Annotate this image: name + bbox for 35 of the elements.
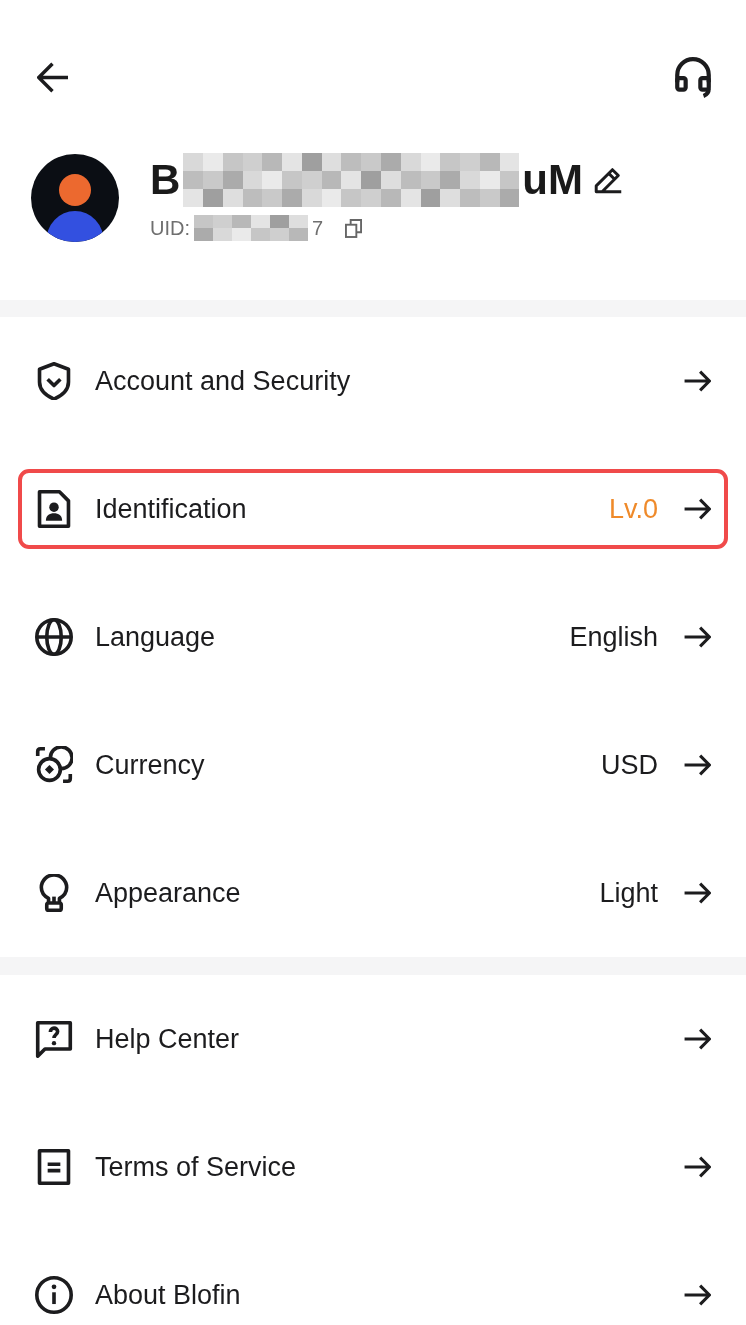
copy-icon[interactable] <box>345 218 363 238</box>
headset-icon[interactable] <box>674 56 712 98</box>
menu-item[interactable]: Account and Security <box>18 341 728 421</box>
arrow-right-icon <box>683 1028 711 1050</box>
setting-value: English <box>569 621 658 654</box>
setting-value: Light <box>599 877 658 910</box>
person-document-icon <box>35 490 73 528</box>
coins-icon <box>35 746 73 784</box>
uid-label: UID: <box>150 216 190 240</box>
shield-check-icon <box>35 362 73 400</box>
arrow-right-icon <box>683 1284 711 1306</box>
pencil-icon[interactable] <box>594 166 622 194</box>
globe-icon <box>35 618 73 656</box>
info-icon <box>35 1276 73 1314</box>
menu-item[interactable]: Help Center <box>18 999 728 1079</box>
username-text: B <box>150 155 181 205</box>
menu-item[interactable]: Currency USD <box>18 725 728 805</box>
uid-text: 7 <box>312 216 324 240</box>
setting-value: USD <box>601 749 658 782</box>
arrow-right-icon <box>683 370 711 392</box>
arrow-right-icon <box>683 498 711 520</box>
menu-item[interactable]: Identification Lv.0 <box>18 469 728 549</box>
username-text: uM <box>522 155 583 205</box>
back-icon[interactable] <box>37 61 68 93</box>
menu-item[interactable]: Terms of Service <box>18 1127 728 1207</box>
menu-item[interactable]: About Blofin <box>18 1255 728 1325</box>
arrow-right-icon <box>683 1156 711 1178</box>
arrow-right-icon <box>683 754 711 776</box>
arrow-right-icon <box>683 882 711 904</box>
menu-item[interactable]: Language English <box>18 597 728 677</box>
menu-item[interactable]: Appearance Light <box>18 853 728 933</box>
setting-value: Lv.0 <box>608 493 658 526</box>
question-bubble-icon <box>35 1020 73 1058</box>
document-icon <box>35 1148 73 1186</box>
arrow-right-icon <box>683 626 711 648</box>
